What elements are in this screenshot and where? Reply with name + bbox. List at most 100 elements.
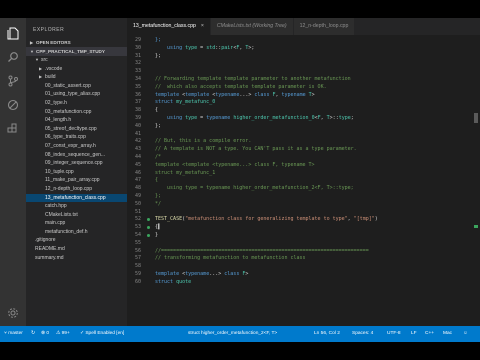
- code-line: 30 using type = std::pair<F, T>;: [127, 45, 480, 53]
- encoding[interactable]: UTF-8: [387, 326, 401, 342]
- smiley-icon[interactable]: ☺: [463, 326, 468, 342]
- file-item[interactable]: 08_index_sequence_gen...: [26, 151, 127, 160]
- open-editors-section[interactable]: ▶ OPEN EDITORS: [26, 38, 127, 47]
- settings-gear-icon[interactable]: [6, 306, 20, 320]
- folder-src[interactable]: ▼ src: [26, 56, 127, 65]
- indentation[interactable]: Spaces: 4: [352, 326, 373, 342]
- language-mode[interactable]: C++: [425, 326, 434, 342]
- extensions-icon[interactable]: [6, 122, 20, 136]
- editor-area: 13_metafunction_class.cpp × CMakeLists.txt…: [127, 18, 480, 326]
- file-label: 02_type.h: [45, 99, 67, 106]
- line-number: 56: [134, 247, 141, 254]
- platform[interactable]: Mac: [443, 326, 452, 342]
- code-line: 44 /*: [127, 154, 480, 162]
- code-text: using type = std::pair<F, T>;: [167, 44, 255, 51]
- line-number: 40: [134, 122, 141, 129]
- file-label: 11_make_pair_array.cpp: [45, 177, 100, 184]
- code-text: /*: [155, 154, 162, 160]
- code-text: TEST_CASE("metafunction class for genera…: [155, 216, 378, 223]
- line-number: 48: [134, 185, 141, 192]
- file-label: 12_n-depth_loop.cpp: [45, 185, 92, 192]
- line-number: 30: [134, 44, 141, 51]
- code-line: 46 struct my_metafunc_1: [127, 170, 480, 178]
- spell-status[interactable]: ✓ Spell Enabled [en]: [80, 326, 124, 342]
- file-item[interactable]: 12_n-depth_loop.cpp: [26, 185, 127, 194]
- line-number: 34: [134, 76, 141, 82]
- code-line: 57 // transforming metafunction to metafu…: [127, 255, 480, 263]
- code-line: 53 {▌: [127, 224, 480, 232]
- file-item[interactable]: 09_integer_sequence.cpp: [26, 159, 127, 168]
- file-item[interactable]: metafunction_def.h: [26, 228, 127, 237]
- code-text: // which also accepts template template …: [155, 83, 327, 90]
- line-ending[interactable]: LF: [411, 326, 417, 342]
- line-number: 33: [134, 68, 141, 75]
- code-text: {: [155, 107, 159, 114]
- file-item[interactable]: 11_make_pair_array.cpp: [26, 176, 127, 185]
- project-label: CPP_PRACTICAL_TMP_STUDY: [36, 49, 105, 54]
- code-line: 45 template <template <typename...> class…: [127, 162, 480, 170]
- error-count[interactable]: ⊗ 0: [41, 326, 49, 342]
- code-line: 60 struct quote: [127, 279, 480, 287]
- file-label: 08_index_sequence_gen...: [45, 151, 106, 158]
- warning-count[interactable]: ⚠ 99+: [56, 326, 70, 342]
- line-number: 36: [134, 91, 141, 98]
- code-line: 55: [127, 240, 480, 248]
- editor-tab[interactable]: CMakeLists.txt (Working Tree): [210, 18, 294, 35]
- branch-status[interactable]: ⑂ master: [4, 326, 23, 342]
- files-icon[interactable]: [6, 26, 20, 40]
- git-modified-marker: [147, 218, 150, 222]
- file-label: 10_tuple.cpp: [45, 168, 74, 175]
- status-bar: ⑂ master ↻ ⊗ 0 ⚠ 99+ ✓ Spell Enabled [en…: [0, 326, 480, 342]
- line-number: 43: [134, 146, 141, 153]
- line-number: 53: [134, 224, 141, 231]
- file-item[interactable]: main.cpp: [26, 219, 127, 228]
- file-item[interactable]: 03_metafunction.cpp: [26, 108, 127, 117]
- file-item[interactable]: catch.hpp: [26, 202, 127, 211]
- editor-tabs: 13_metafunction_class.cpp × CMakeLists.txt…: [127, 18, 480, 35]
- debug-icon[interactable]: [6, 98, 20, 112]
- line-number: 57: [134, 255, 141, 262]
- code-line: 47 {: [127, 177, 480, 185]
- file-item[interactable]: summary.md: [26, 254, 127, 263]
- file-label: CMakeLists.txt: [45, 211, 78, 218]
- editor-tab[interactable]: 13_metafunction_class.cpp ×: [127, 18, 211, 35]
- line-number: 35: [134, 83, 141, 90]
- editor-tab[interactable]: 12_n-depth_loop.cpp: [293, 18, 356, 35]
- file-item[interactable]: 01_using_type_alias.cpp: [26, 90, 127, 99]
- line-number: 41: [134, 130, 141, 137]
- line-number: 46: [134, 169, 141, 176]
- folder-item[interactable]: ▶ .vscode: [26, 65, 127, 74]
- file-item[interactable]: 06_type_traits.cpp: [26, 133, 127, 142]
- file-item[interactable]: CMakeLists.txt: [26, 211, 127, 220]
- code-editor[interactable]: 29}; 30 using type = std::pair<F, T>; 31};…: [127, 35, 480, 326]
- line-number: 54: [134, 232, 141, 238]
- close-tab-icon[interactable]: ×: [201, 23, 204, 29]
- source-control-icon[interactable]: [6, 74, 20, 88]
- code-line: 39 using type = typename higher_order_me…: [127, 115, 480, 123]
- code-text: // A template is NOT a type. You CAN'T p…: [155, 146, 357, 153]
- sync-icon[interactable]: ↻: [31, 326, 35, 342]
- file-item[interactable]: 07_const_expr_array.h: [26, 142, 127, 151]
- root-file-list: .gitignore README.md summary.md: [26, 236, 127, 262]
- file-item[interactable]: 00_static_assert.cpp: [26, 82, 127, 91]
- code-text: };: [155, 122, 162, 129]
- line-number: 47: [134, 177, 141, 184]
- file-item[interactable]: 02_type.h: [26, 99, 127, 108]
- search-icon[interactable]: [6, 50, 20, 64]
- code-text: */: [155, 200, 162, 207]
- cursor-position[interactable]: Ln 56, Col 2: [314, 326, 340, 342]
- code-text: using type = typename higher_order_metaf…: [167, 115, 354, 121]
- file-item[interactable]: 13_metafunction_class.cpp: [26, 193, 127, 203]
- file-label: metafunction_def.h: [45, 228, 88, 235]
- file-item[interactable]: 05_streof_decltype.cpp: [26, 125, 127, 134]
- file-item[interactable]: 10_tuple.cpp: [26, 168, 127, 177]
- file-item[interactable]: 04_length.h: [26, 116, 127, 125]
- project-section[interactable]: ▼ CPP_PRACTICAL_TMP_STUDY: [26, 47, 127, 56]
- file-item[interactable]: README.md: [26, 245, 127, 254]
- bottom-letterbox: [0, 342, 480, 360]
- code-line: 38 {: [127, 107, 480, 115]
- file-item[interactable]: .gitignore: [26, 236, 127, 245]
- folder-item[interactable]: ▶ build: [26, 73, 127, 82]
- line-number: 55: [134, 239, 141, 246]
- tab-label: CMakeLists.txt (Working Tree): [216, 23, 287, 29]
